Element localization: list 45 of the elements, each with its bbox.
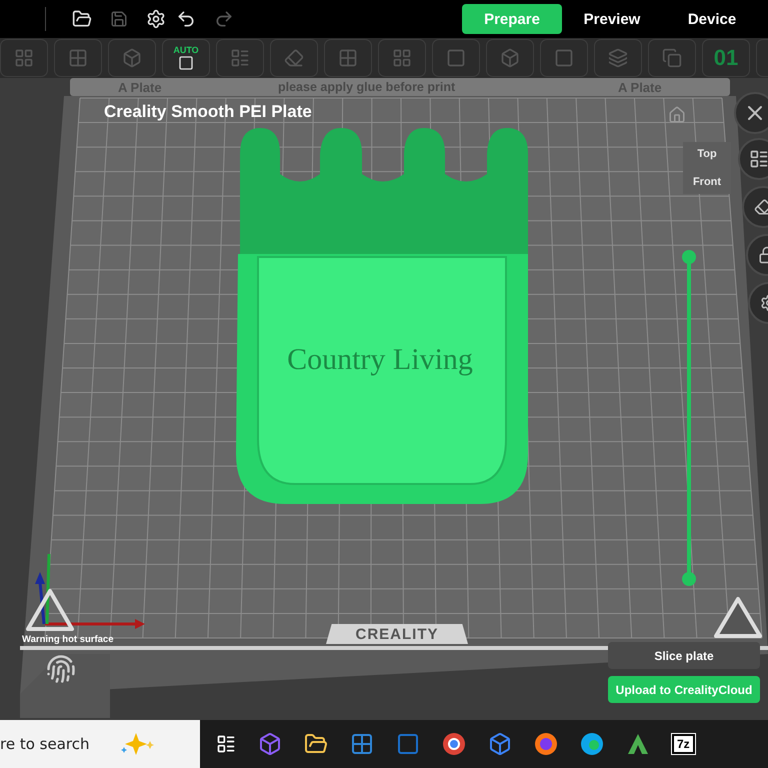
list-icon bbox=[749, 149, 768, 169]
toolbar-tool-icon[interactable] bbox=[324, 39, 372, 77]
sparkle-icon bbox=[120, 731, 156, 757]
toolbar-tool-icon[interactable] bbox=[594, 39, 642, 77]
toolbar-tool-icon[interactable] bbox=[486, 39, 534, 77]
settings-icon[interactable] bbox=[146, 9, 166, 29]
warning-text: Warning hot surface bbox=[22, 634, 114, 645]
search-field[interactable]: re to search bbox=[0, 735, 110, 753]
hot-surface-icon bbox=[714, 597, 762, 638]
archive-app-icon[interactable]: 7z bbox=[672, 734, 695, 754]
square-icon bbox=[178, 55, 194, 71]
eraser-icon bbox=[754, 198, 768, 216]
toolbar-tool-icon[interactable] bbox=[216, 39, 264, 77]
plate-number-tool[interactable]: 01 bbox=[702, 39, 750, 77]
view-option[interactable]: Front bbox=[692, 176, 722, 188]
layer-slider[interactable] bbox=[682, 250, 696, 586]
save-icon[interactable] bbox=[110, 10, 128, 28]
tab[interactable]: Device bbox=[662, 4, 762, 34]
toolbar-tool-icon[interactable] bbox=[54, 39, 102, 77]
undo-icon[interactable] bbox=[176, 9, 196, 29]
toolbar-tool-icon[interactable] bbox=[0, 39, 48, 77]
close-button[interactable] bbox=[734, 92, 768, 134]
toolbar-tool-icon[interactable] bbox=[540, 39, 588, 77]
home-icon[interactable] bbox=[668, 106, 686, 124]
slice-button[interactable]: Slice plate bbox=[608, 642, 760, 669]
hot-surface-icon bbox=[26, 589, 74, 631]
plate-name: Creality Smooth PEI Plate bbox=[104, 102, 312, 121]
view-option[interactable]: Top bbox=[697, 148, 717, 160]
folder-icon[interactable] bbox=[304, 732, 328, 756]
task-view-icon[interactable] bbox=[216, 734, 236, 754]
toolbar-tool-icon[interactable] bbox=[432, 39, 480, 77]
open-folder-icon[interactable] bbox=[72, 9, 92, 29]
auto-arrange-tool[interactable]: AUTO bbox=[162, 39, 210, 77]
redo-icon[interactable] bbox=[214, 9, 234, 29]
toolbar-tool-icon[interactable] bbox=[270, 39, 318, 77]
toolbar-tool-icon[interactable] bbox=[648, 39, 696, 77]
toolbar-tool-icon[interactable] bbox=[108, 39, 156, 77]
model-text: Country Living bbox=[287, 343, 473, 376]
tab[interactable]: Preview bbox=[562, 4, 662, 34]
toolbar-tool-icon[interactable] bbox=[378, 39, 426, 77]
cube-icon[interactable] bbox=[488, 732, 512, 756]
brand-logo: CREALITY bbox=[326, 624, 468, 644]
fingerprint-icon bbox=[46, 654, 76, 684]
axes-icon bbox=[35, 554, 145, 629]
list-button[interactable] bbox=[738, 138, 768, 180]
